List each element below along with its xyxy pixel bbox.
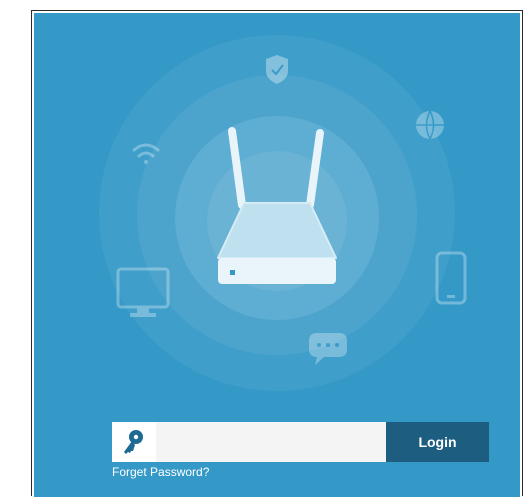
key-icon-box	[112, 422, 156, 462]
login-panel: Login Forget Password?	[34, 13, 520, 497]
password-input[interactable]	[156, 422, 386, 462]
hero-illustration	[99, 35, 467, 391]
forget-password-link[interactable]: Forget Password?	[112, 465, 209, 479]
globe-icon	[416, 110, 444, 141]
login-button[interactable]: Login	[386, 422, 489, 462]
login-window: Login Forget Password?	[31, 10, 523, 497]
key-icon	[124, 430, 143, 454]
login-form: Login	[112, 422, 489, 462]
